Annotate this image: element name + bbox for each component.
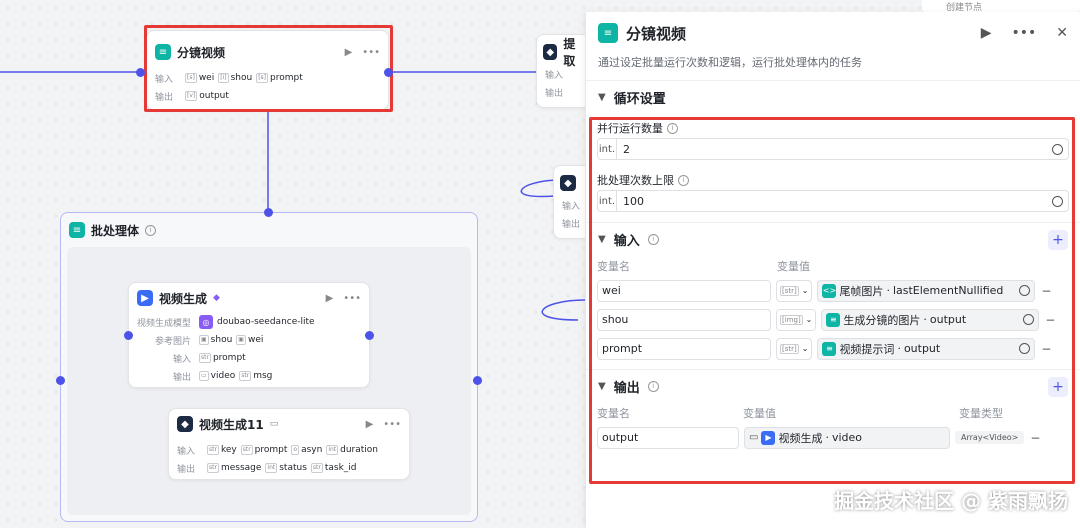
run-icon[interactable]: ▶ [326, 293, 334, 304]
node-icon: ◆ [543, 44, 558, 60]
run-icon[interactable]: ▶ [366, 419, 374, 430]
more-icon[interactable]: ••• [1011, 25, 1036, 41]
port-dot[interactable] [264, 208, 273, 217]
node-extract[interactable]: ◆ 提取 输入 输出 [536, 34, 592, 108]
param-tag: prompt [212, 353, 246, 363]
ref-label: 参考图片 [154, 336, 191, 347]
layers-icon: ≡ [598, 23, 618, 43]
model-name: doubao-seedance-lite [217, 317, 315, 327]
input-label: 输入 [172, 354, 191, 365]
section-loop[interactable]: ▼ 循环设置 [586, 80, 1080, 114]
node-icon: ◆ [560, 175, 576, 191]
param-tag: task_id [324, 463, 357, 473]
watermark: 掘金技术社区 @ 紫雨飘扬 [834, 489, 1068, 513]
param-tag: prompt [254, 445, 288, 455]
input-label: 输入 [177, 446, 196, 457]
doc-icon: ▭ [269, 419, 279, 429]
input-label: 输入 [562, 201, 581, 212]
param-tag: key [220, 445, 237, 455]
param-tag: video [210, 371, 236, 381]
close-icon[interactable]: ✕ [1056, 25, 1068, 41]
node-video-gen-11[interactable]: ◆ 视频生成11 ▭ ▶ ••• 输入 str key str prompt o asy… [168, 408, 410, 480]
port-dot[interactable] [384, 68, 393, 77]
chevron-down-icon: ▼ [598, 92, 606, 103]
port-dot[interactable] [56, 376, 65, 385]
node-extract-title: 提取 [563, 37, 576, 68]
port-dot[interactable] [365, 331, 374, 340]
run-icon[interactable]: ▶ [981, 25, 992, 41]
more-icon[interactable]: ••• [383, 419, 401, 430]
node-video11-title: 视频生成11 [199, 417, 264, 432]
highlight-box-panel [589, 117, 1075, 484]
diamond-icon: ◆ [213, 293, 220, 303]
more-icon[interactable]: ••• [343, 293, 361, 304]
output-label: 输出 [562, 219, 581, 230]
port-dot[interactable] [473, 376, 482, 385]
param-tag: message [220, 463, 262, 473]
panel-title: 分镜视频 [626, 24, 687, 43]
highlight-box-node [144, 25, 393, 112]
param-tag: wei [247, 335, 264, 345]
param-tag: msg [253, 371, 273, 381]
batch-icon: ≡ [69, 222, 85, 238]
panel-description: 通过设定批量运行次数和逻辑，运行批处理体内的任务 [598, 56, 862, 69]
param-tag: asyn [301, 445, 323, 455]
model-label: 视频生成模型 [137, 318, 192, 329]
output-label: 输出 [177, 464, 196, 475]
port-dot[interactable] [124, 331, 133, 340]
video-icon: ◆ [177, 416, 193, 432]
input-label: 输入 [545, 70, 564, 81]
batch-title: 批处理体 [91, 223, 140, 238]
param-tag: shou [210, 335, 233, 345]
node-video-gen[interactable]: ▶ 视频生成 ◆ ▶ ••• 视频生成模型 ◎ doubao-seedance-lit… [128, 282, 370, 388]
node-video-title: 视频生成 [159, 291, 208, 306]
section-title: 循环设置 [613, 92, 666, 107]
video-icon: ▶ [137, 290, 153, 306]
output-label: 输出 [545, 88, 564, 99]
param-tag: duration [340, 445, 379, 455]
corner-label: 创建节点 [922, 0, 1080, 12]
port-dot[interactable] [136, 68, 145, 77]
param-tag: status [279, 463, 307, 473]
model-icon: ◎ [199, 315, 213, 329]
info-icon: i [145, 224, 157, 236]
output-label: 输出 [172, 372, 191, 383]
